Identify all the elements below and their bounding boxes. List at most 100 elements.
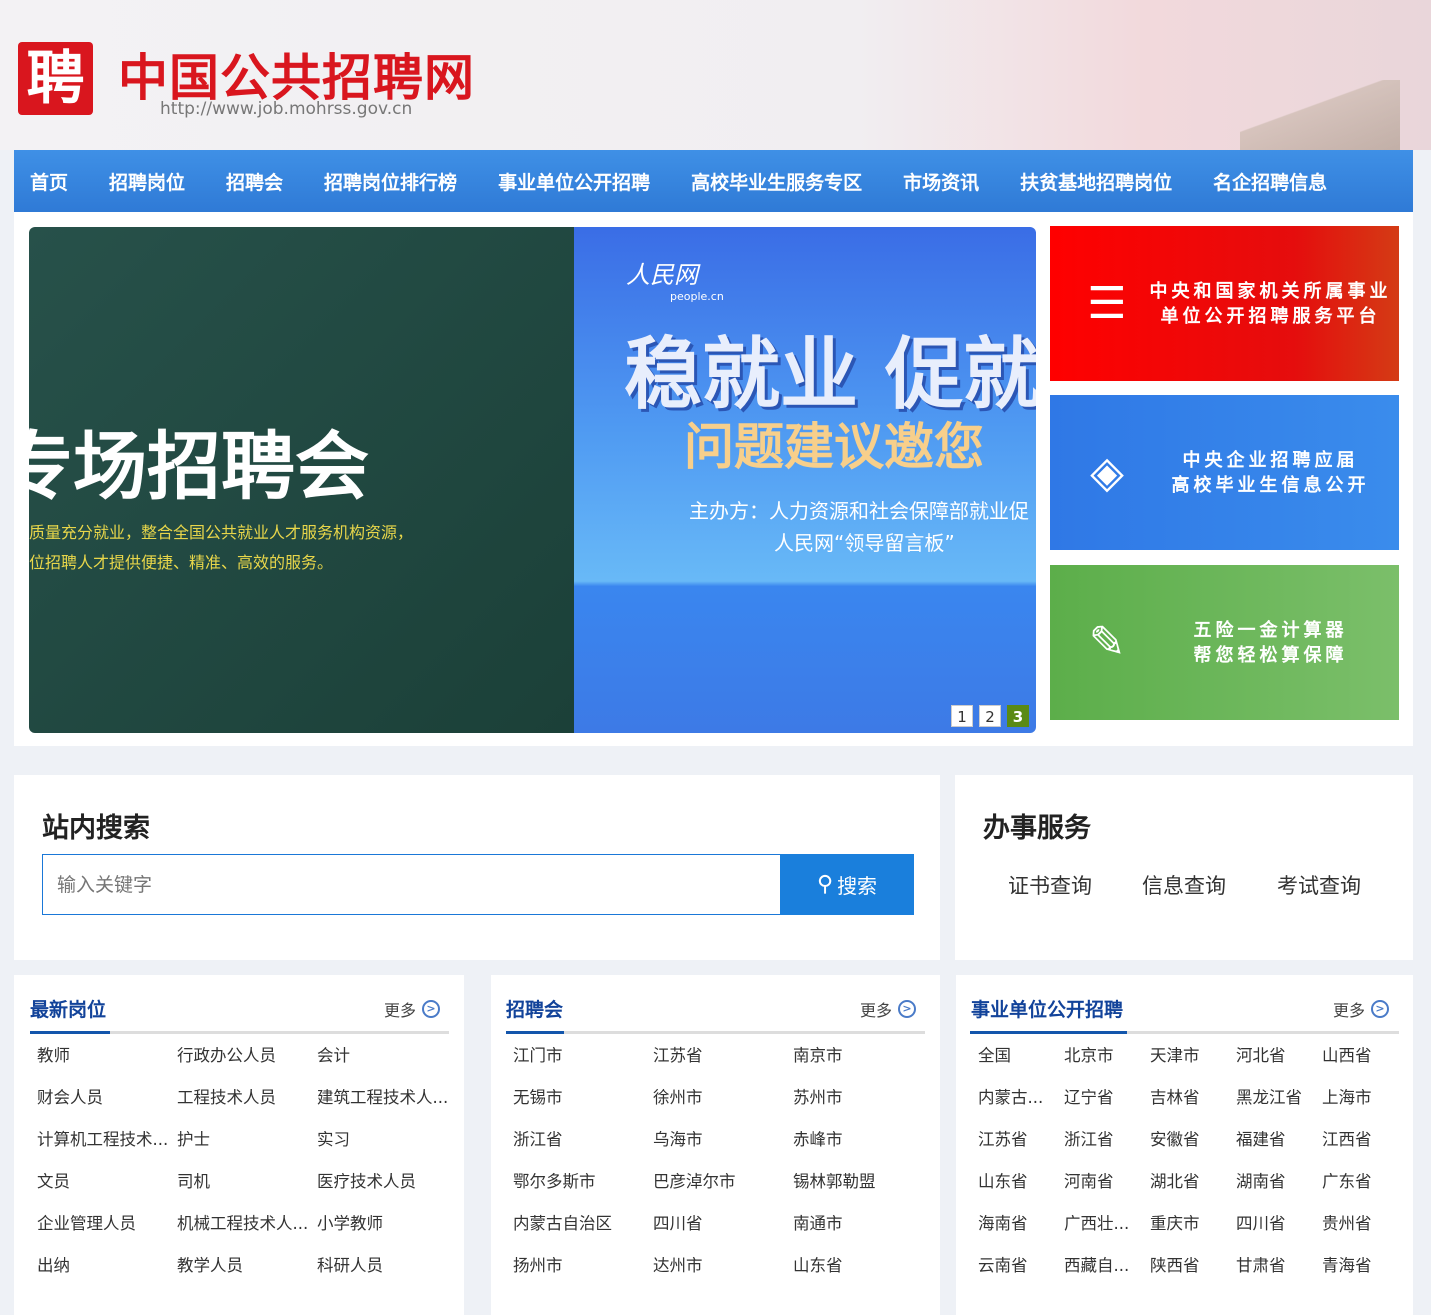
list-item[interactable]: 锡林郭勒盟 — [793, 1161, 928, 1203]
list-item[interactable]: 巴彦淖尔市 — [653, 1161, 793, 1203]
list-item[interactable]: 北京市 — [1064, 1035, 1150, 1077]
arrow-circle-icon: > — [422, 1000, 441, 1018]
list-item[interactable]: 实习 — [317, 1119, 452, 1161]
list-item[interactable]: 教学人员 — [177, 1245, 317, 1287]
list-item[interactable]: 辽宁省 — [1064, 1077, 1150, 1119]
list-item[interactable]: 山东省 — [978, 1161, 1064, 1203]
public-institutions-more[interactable]: 更多 > — [1333, 997, 1390, 1021]
list-item[interactable]: 四川省 — [653, 1203, 793, 1245]
nav-graduates[interactable]: 高校毕业生服务专区 — [691, 168, 862, 195]
list-item[interactable]: 计算机工程技术... — [37, 1119, 177, 1161]
card-soe-graduates[interactable]: ◈ 中央企业招聘应届 高校毕业生信息公开 — [1050, 395, 1399, 550]
list-item[interactable]: 陕西省 — [1150, 1245, 1236, 1287]
list-item[interactable]: 教师 — [37, 1035, 177, 1077]
list-item[interactable]: 医疗技术人员 — [317, 1161, 452, 1203]
latest-jobs-more[interactable]: 更多 > — [384, 997, 441, 1021]
latest-jobs-list: 教师 行政办公人员 会计财会人员 工程技术人员 建筑工程技术人... 计算机工程技术...… — [37, 1035, 452, 1287]
list-item[interactable]: 江西省 — [1322, 1119, 1402, 1161]
list-item[interactable]: 企业管理人员 — [37, 1203, 177, 1245]
nav-home[interactable]: 首页 — [30, 168, 68, 195]
nav-jobs[interactable]: 招聘岗位 — [109, 168, 185, 195]
list-item[interactable]: 出纳 — [37, 1245, 177, 1287]
job-fairs-list: 江门市 江苏省 南京市无锡市 徐州市 苏州市浙江省 乌海市 赤峰市鄂尔多斯市 巴彦淖尔市 锡林郭… — [513, 1035, 928, 1287]
page-dot-2[interactable]: 2 — [979, 705, 1001, 727]
list-item[interactable]: 河北省 — [1236, 1035, 1322, 1077]
search-button[interactable]: ⚲ 搜索 — [780, 854, 914, 915]
list-item[interactable]: 赤峰市 — [793, 1119, 928, 1161]
card-insurance-calculator[interactable]: ✎ 五险一金计算器 帮您轻松算保障 — [1050, 565, 1399, 720]
list-item[interactable]: 文员 — [37, 1161, 177, 1203]
list-item[interactable]: 内蒙古... — [978, 1077, 1064, 1119]
nav-job-fairs[interactable]: 招聘会 — [226, 168, 283, 195]
list-item[interactable]: 司机 — [177, 1161, 317, 1203]
list-item[interactable]: 护士 — [177, 1119, 317, 1161]
header: 聘 中国公共招聘网 http://www.job.mohrss.gov.cn — [0, 0, 1431, 150]
info-query-link[interactable]: 信息查询 — [1142, 870, 1226, 900]
list-item[interactable]: 河南省 — [1064, 1161, 1150, 1203]
list-item[interactable]: 无锡市 — [513, 1077, 653, 1119]
nav-public-institutions[interactable]: 事业单位公开招聘 — [498, 168, 650, 195]
list-item[interactable]: 安徽省 — [1150, 1119, 1236, 1161]
list-item[interactable]: 贵州省 — [1322, 1203, 1402, 1245]
card-institution-recruitment[interactable]: ☰ 中央和国家机关所属事业 单位公开招聘服务平台 — [1050, 226, 1399, 381]
nav-poverty-jobs[interactable]: 扶贫基地招聘岗位 — [1020, 168, 1172, 195]
list-item[interactable]: 天津市 — [1150, 1035, 1236, 1077]
list-item[interactable]: 黑龙江省 — [1236, 1077, 1322, 1119]
nav-rankings[interactable]: 招聘岗位排行榜 — [324, 168, 457, 195]
list-item[interactable]: 西藏自... — [1064, 1245, 1150, 1287]
list-item[interactable]: 鄂尔多斯市 — [513, 1161, 653, 1203]
list-item[interactable]: 建筑工程技术人... — [317, 1077, 452, 1119]
list-item[interactable]: 湖北省 — [1150, 1161, 1236, 1203]
list-item[interactable]: 海南省 — [978, 1203, 1064, 1245]
list-item[interactable]: 江苏省 — [653, 1035, 793, 1077]
list-item[interactable]: 科研人员 — [317, 1245, 452, 1287]
list-item[interactable]: 湖南省 — [1236, 1161, 1322, 1203]
slide-title: 专场招聘会 — [29, 424, 369, 510]
page-dot-3[interactable]: 3 — [1007, 705, 1029, 727]
list-item[interactable]: 江苏省 — [978, 1119, 1064, 1161]
certificate-query-link[interactable]: 证书查询 — [1008, 870, 1092, 900]
nav-market-news[interactable]: 市场资讯 — [903, 168, 979, 195]
logo-icon[interactable]: 聘 — [18, 42, 93, 115]
list-item[interactable]: 会计 — [317, 1035, 452, 1077]
carousel-slide-employment[interactable]: 人民网 people.cn 稳就业 促就 问题建议邀您 主办方：人力资源和社会保障… — [574, 227, 1036, 733]
job-fairs-more[interactable]: 更多 > — [860, 997, 917, 1021]
layers-icon: ◈ — [1090, 447, 1124, 498]
list-item[interactable]: 上海市 — [1322, 1077, 1402, 1119]
list-item[interactable]: 机械工程技术人... — [177, 1203, 317, 1245]
exam-query-link[interactable]: 考试查询 — [1277, 870, 1361, 900]
list-item[interactable]: 扬州市 — [513, 1245, 653, 1287]
list-item[interactable]: 南通市 — [793, 1203, 928, 1245]
list-item[interactable]: 江门市 — [513, 1035, 653, 1077]
search-input[interactable] — [42, 854, 781, 915]
list-item[interactable]: 全国 — [978, 1035, 1064, 1077]
list-item[interactable]: 云南省 — [978, 1245, 1064, 1287]
list-item[interactable]: 山西省 — [1322, 1035, 1402, 1077]
list-item[interactable]: 甘肃省 — [1236, 1245, 1322, 1287]
list-item[interactable]: 达州市 — [653, 1245, 793, 1287]
list-item[interactable]: 浙江省 — [513, 1119, 653, 1161]
list-item[interactable]: 乌海市 — [653, 1119, 793, 1161]
slide-host: 主办方：人力资源和社会保障部就业促 — [689, 499, 1029, 523]
page-dot-1[interactable]: 1 — [951, 705, 973, 727]
arrow-circle-icon: > — [898, 1000, 917, 1018]
list-item[interactable]: 南京市 — [793, 1035, 928, 1077]
list-item[interactable]: 财会人员 — [37, 1077, 177, 1119]
list-item[interactable]: 吉林省 — [1150, 1077, 1236, 1119]
list-item[interactable]: 青海省 — [1322, 1245, 1402, 1287]
list-item[interactable]: 重庆市 — [1150, 1203, 1236, 1245]
carousel-slide-job-fair[interactable]: 专场招聘会 质量充分就业，整合全国公共就业人才服务机构资源， 位招聘人才提供便捷… — [29, 227, 574, 733]
list-item[interactable]: 福建省 — [1236, 1119, 1322, 1161]
list-item[interactable]: 小学教师 — [317, 1203, 452, 1245]
list-item[interactable]: 徐州市 — [653, 1077, 793, 1119]
list-item[interactable]: 广西壮... — [1064, 1203, 1150, 1245]
list-item[interactable]: 工程技术人员 — [177, 1077, 317, 1119]
list-item[interactable]: 浙江省 — [1064, 1119, 1150, 1161]
list-item[interactable]: 苏州市 — [793, 1077, 928, 1119]
list-item[interactable]: 内蒙古自治区 — [513, 1203, 653, 1245]
list-item[interactable]: 广东省 — [1322, 1161, 1402, 1203]
list-item[interactable]: 山东省 — [793, 1245, 928, 1287]
list-item[interactable]: 四川省 — [1236, 1203, 1322, 1245]
list-item[interactable]: 行政办公人员 — [177, 1035, 317, 1077]
nav-famous-companies[interactable]: 名企招聘信息 — [1213, 168, 1327, 195]
